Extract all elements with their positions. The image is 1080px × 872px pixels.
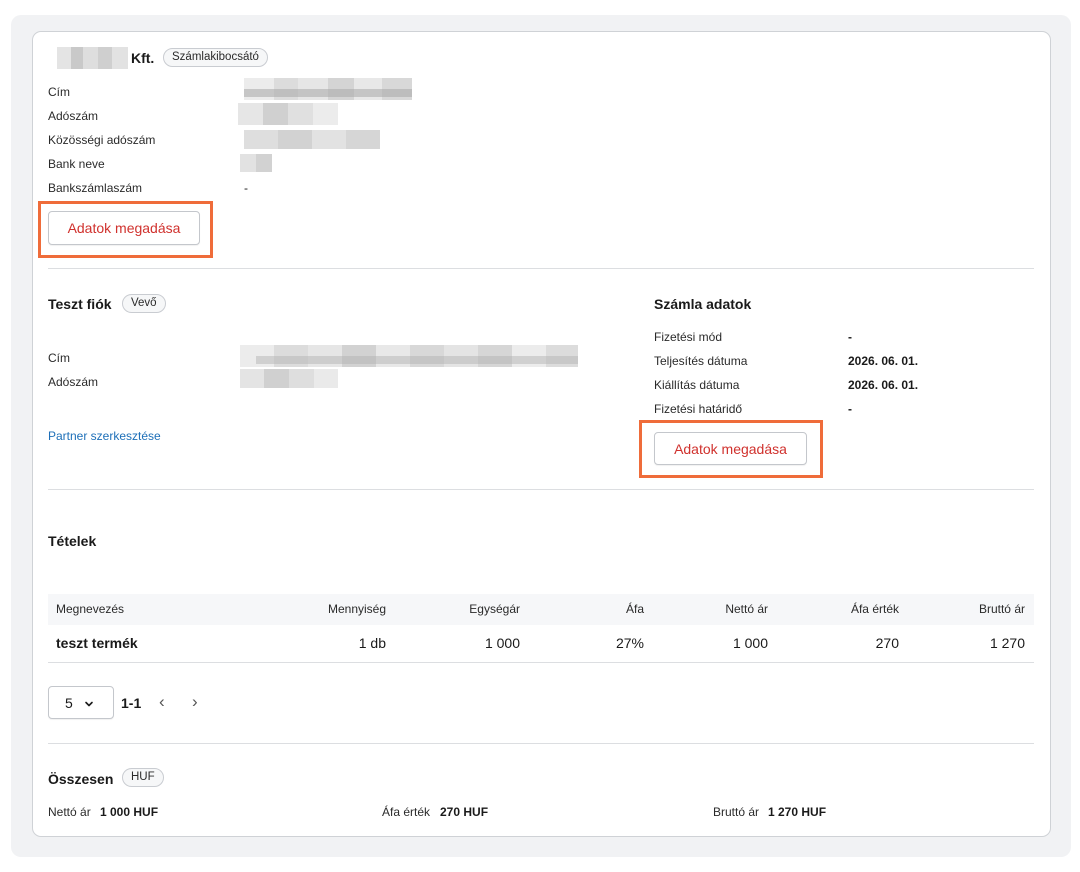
page-size-select[interactable]: 5 — [48, 686, 114, 719]
column-header-vat-amount: Áfa érték — [850, 602, 899, 616]
issuer-bank-account-value: - — [244, 181, 248, 195]
table-row-vat: 27% — [615, 635, 644, 651]
page-size-value: 5 — [65, 695, 73, 711]
column-header-gross: Bruttó ár — [978, 602, 1025, 616]
section-divider — [48, 489, 1034, 490]
total-net-label: Nettó ár — [48, 805, 91, 819]
column-header-unit-price: Egységár — [469, 602, 520, 616]
table-row-name: teszt termék — [56, 635, 138, 651]
buyer-name: Teszt fiók — [48, 296, 112, 312]
currency-badge: HUF — [122, 768, 164, 787]
pagination-range: 1-1 — [121, 695, 142, 711]
issuer-name-suffix: Kft. — [131, 50, 155, 66]
table-row-net: 1 000 — [732, 635, 768, 651]
section-divider — [48, 268, 1034, 269]
column-header-quantity: Mennyiség — [327, 602, 386, 616]
total-vat-label: Áfa érték — [382, 805, 431, 819]
table-row-unit-price: 1 000 — [484, 635, 520, 651]
payment-method-value: - — [848, 330, 852, 344]
pagination-next-button[interactable]: › — [192, 692, 198, 712]
column-header-vat: Áfa — [625, 602, 644, 616]
section-divider — [48, 743, 1034, 744]
total-vat-value: 270 HUF — [440, 805, 489, 819]
partner-edit-link[interactable]: Partner szerkesztése — [48, 429, 161, 443]
buyer-field-label: Adószám — [48, 375, 99, 389]
issuer-field-label: Cím — [48, 85, 70, 99]
buyer-role-badge: Vevő — [122, 294, 166, 313]
issuer-name-redacted — [57, 47, 128, 69]
issuer-eu-taxnumber-redacted — [244, 130, 380, 149]
invoice-card — [32, 31, 1051, 837]
issuer-field-label: Közösségi adószám — [48, 133, 156, 147]
buyer-field-label: Cím — [48, 351, 70, 365]
invoice-field-label: Kiállítás dátuma — [654, 378, 740, 392]
issuer-taxnumber-redacted — [238, 103, 338, 125]
issue-date-value: 2026. 06. 01. — [848, 378, 919, 392]
invoice-field-label: Fizetési mód — [654, 330, 723, 344]
pagination-prev-button[interactable]: ‹ — [159, 692, 165, 712]
column-header-name: Megnevezés — [56, 602, 125, 616]
table-row-quantity: 1 db — [358, 635, 386, 651]
total-gross-label: Bruttó ár — [713, 805, 760, 819]
issuer-field-label: Bankszámlaszám — [48, 181, 143, 195]
table-row-divider — [48, 662, 1034, 663]
column-header-net: Nettó ár — [725, 602, 768, 616]
issuer-field-label: Adószám — [48, 109, 99, 123]
total-gross-value: 1 270 HUF — [768, 805, 827, 819]
issuer-edit-button[interactable]: Adatok megadása — [48, 211, 200, 245]
invoice-field-label: Teljesítés dátuma — [654, 354, 748, 368]
issuer-bank-redacted — [240, 154, 272, 172]
table-row-vat-amount: 270 — [875, 635, 899, 651]
total-net-value: 1 000 HUF — [100, 805, 159, 819]
issuer-field-label: Bank neve — [48, 157, 105, 171]
invoice-edit-button[interactable]: Adatok megadása — [654, 432, 807, 465]
buyer-taxnumber-redacted — [240, 369, 338, 388]
chevron-down-icon — [85, 701, 93, 707]
totals-title: Összesen — [48, 771, 114, 787]
issuer-role-badge: Számlakibocsátó — [163, 48, 268, 67]
payment-deadline-value: - — [848, 402, 852, 416]
items-title: Tételek — [48, 533, 97, 549]
buyer-address-bar — [256, 356, 578, 364]
fulfillment-date-value: 2026. 06. 01. — [848, 354, 919, 368]
table-row-gross: 1 270 — [989, 635, 1025, 651]
issuer-address-bar — [244, 89, 412, 97]
invoice-field-label: Fizetési határidő — [654, 402, 743, 416]
invoice-data-title: Számla adatok — [654, 296, 752, 312]
